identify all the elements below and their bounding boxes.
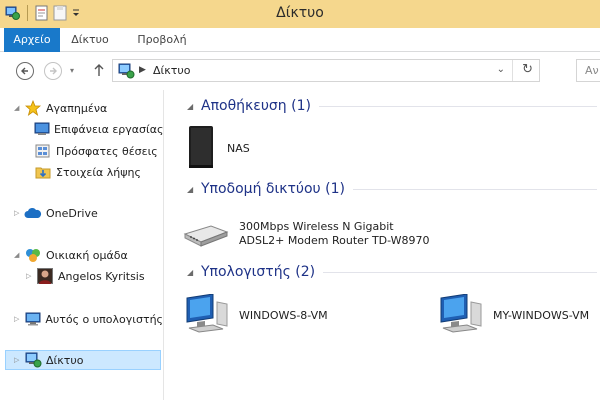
recent-places-icon [34, 142, 52, 160]
recent-locations-icon[interactable]: ▾ [70, 66, 74, 75]
desktop-icon [34, 120, 50, 138]
device-item-computer-2[interactable]: MY-WINDOWS-VM [437, 293, 589, 337]
tree-item-homegroup-user[interactable]: ▷ Angelos Kyritsis [0, 266, 163, 286]
star-icon [24, 99, 42, 117]
refresh-icon[interactable]: ↻ [522, 62, 533, 77]
navigation-pane: ◢ Αγαπημένα Επιφάνεια εργασίας Πρόσφατες… [0, 90, 164, 400]
tree-item-favorites[interactable]: ◢ Αγαπημένα [0, 98, 163, 118]
address-bar[interactable]: ▶ Δίκτυο ⌄ ↻ [112, 59, 540, 82]
chevron-down-icon[interactable]: ⌄ [497, 64, 505, 75]
content-pane: ◢ Αποθήκευση (1) NAS ◢ Υποδομή δικτύου (… [165, 90, 600, 400]
router-label: 300Mbps Wireless N Gigabit ADSL2+ Modem … [239, 219, 430, 247]
tree-item-desktop[interactable]: Επιφάνεια εργασίας [0, 119, 163, 139]
tree-item-downloads[interactable]: Στοιχεία λήψης [0, 162, 163, 182]
address-row: ▾ ▶ Δίκτυο ⌄ ↻ Αν [0, 52, 600, 90]
avatar [36, 267, 54, 285]
network-icon [117, 63, 135, 82]
network-icon [24, 351, 42, 369]
nas-drive-icon [185, 125, 217, 172]
device-item-nas[interactable]: NAS [185, 125, 250, 172]
breadcrumb-separator-icon[interactable]: ▶ [139, 65, 146, 75]
expand-caret-icon[interactable]: ▷ [26, 272, 34, 280]
downloads-folder-icon [34, 163, 52, 181]
back-button[interactable] [16, 62, 34, 80]
homegroup-icon [24, 246, 42, 264]
tab-file[interactable]: Αρχείο [4, 28, 60, 52]
collapse-caret-icon[interactable]: ◢ [187, 268, 201, 277]
computer-icon [437, 293, 483, 337]
router-icon [181, 212, 229, 255]
expand-caret-icon[interactable]: ◢ [14, 251, 22, 259]
computer-icon [183, 293, 229, 337]
forward-button[interactable] [44, 62, 62, 80]
tree-item-recent-places[interactable]: Πρόσφατες θέσεις [0, 141, 163, 161]
tab-view[interactable]: Προβολή [128, 28, 196, 52]
tree-item-this-pc[interactable]: ▷ Αυτός ο υπολογιστής [0, 309, 163, 329]
group-computers-header[interactable]: ◢ Υπολογιστής (2) [187, 264, 597, 280]
collapse-caret-icon[interactable]: ◢ [187, 102, 201, 111]
tree-item-network[interactable]: ▷ Δίκτυο [5, 350, 161, 370]
expand-caret-icon[interactable]: ▷ [14, 356, 22, 364]
window-title: Δίκτυο [276, 5, 324, 21]
expand-caret-icon[interactable]: ◢ [14, 104, 22, 112]
breadcrumb-network[interactable]: Δίκτυο [153, 64, 190, 77]
computer-icon [24, 310, 42, 328]
ribbon-tabs: Αρχείο Δίκτυο Προβολή [0, 28, 600, 52]
device-item-router[interactable]: 300Mbps Wireless N Gigabit ADSL2+ Modem … [181, 212, 430, 255]
cloud-icon [24, 204, 42, 222]
title-bar: Δίκτυο [0, 0, 600, 28]
search-input[interactable]: Αν [576, 59, 600, 82]
tab-network[interactable]: Δίκτυο [60, 28, 120, 52]
up-button[interactable] [93, 63, 105, 80]
collapse-caret-icon[interactable]: ◢ [187, 185, 201, 194]
device-item-computer-1[interactable]: WINDOWS-8-VM [183, 293, 328, 337]
group-network-infrastructure-header[interactable]: ◢ Υποδομή δικτύου (1) [187, 181, 597, 197]
expand-caret-icon[interactable]: ▷ [14, 209, 22, 217]
tree-item-onedrive[interactable]: ▷ OneDrive [0, 203, 163, 223]
tree-item-homegroup[interactable]: ◢ Οικιακή ομάδα [0, 245, 163, 265]
group-storage-header[interactable]: ◢ Αποθήκευση (1) [187, 98, 597, 114]
expand-caret-icon[interactable]: ▷ [14, 315, 22, 323]
